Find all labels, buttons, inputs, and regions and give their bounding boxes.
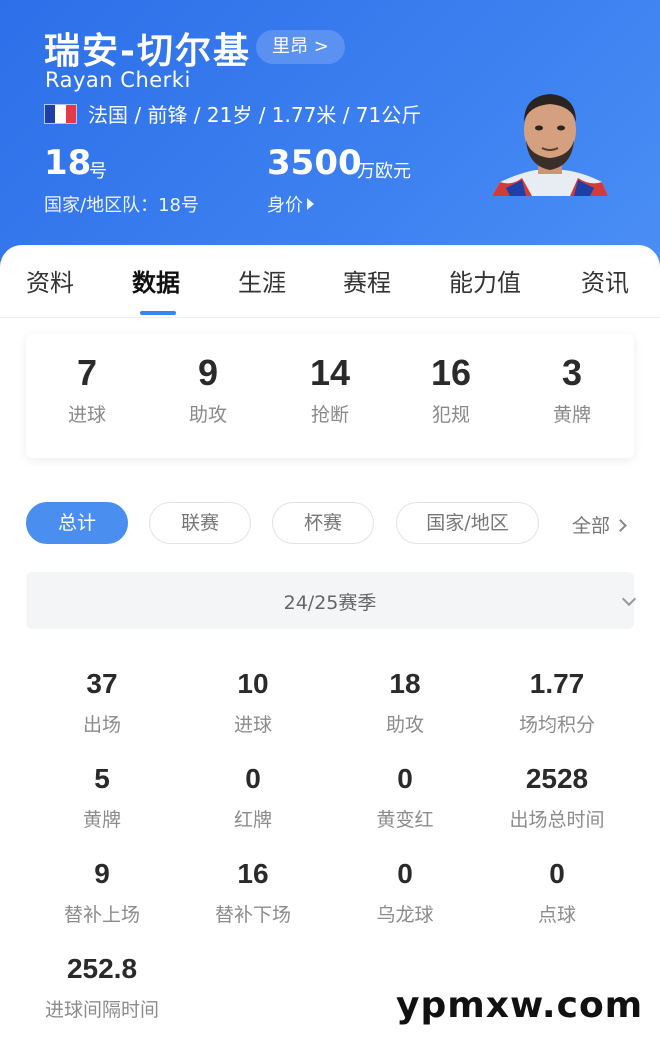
france-flag-icon (44, 104, 77, 124)
national-team-number: 国家/地区队：18号 (44, 195, 199, 216)
market-value-link[interactable]: 身价 (267, 191, 314, 217)
caret-right-icon (307, 198, 314, 210)
summary-label: 抢断 (310, 404, 349, 426)
tab-schedule[interactable]: 赛程 (343, 263, 391, 298)
summary-label: 进球 (67, 404, 106, 426)
stat-label: 黄牌 (82, 809, 121, 831)
stat-value: 9 (94, 858, 110, 889)
stat-value: 0 (397, 763, 413, 794)
summary-card: 7 进球 9 助攻 14 抢断 16 犯规 3 黄牌 (26, 334, 634, 458)
season-label: 24/25赛季 (283, 592, 377, 614)
stat-value: 1.77 (529, 668, 585, 699)
stat-sub-on: 9 替补上场 (27, 858, 177, 927)
active-tab-indicator (140, 311, 176, 315)
summary-value: 14 (309, 352, 351, 393)
player-name-cn: 瑞安-切尔基 (44, 31, 251, 72)
filter-all-link[interactable]: 全部 (572, 511, 627, 538)
tab-news[interactable]: 资讯 (581, 263, 629, 298)
stat-label: 替补下场 (214, 904, 291, 926)
stat-label: 进球 (233, 714, 272, 736)
shirt-number-unit: 号 (89, 161, 107, 182)
chevron-right-icon (614, 519, 627, 532)
player-name-en: Rayan Cherki (45, 68, 191, 92)
summary-yellow-cards: 3 黄牌 (522, 352, 622, 427)
stat-label: 场均积分 (518, 714, 595, 736)
stat-yellow-cards: 5 黄牌 (27, 763, 177, 832)
filter-total-chip[interactable]: 总计 (26, 502, 128, 544)
stat-value: 16 (237, 858, 269, 889)
stat-minutes-per-goal: 252.8 进球间隔时间 (27, 953, 177, 1022)
market-value-unit: 万欧元 (357, 161, 411, 182)
stat-label: 黄变红 (376, 809, 434, 831)
filter-cup-chip[interactable]: 杯赛 (272, 502, 374, 544)
stat-label: 红牌 (233, 809, 272, 831)
tab-data[interactable]: 数据 (132, 263, 180, 298)
summary-label: 黄牌 (552, 404, 591, 426)
stat-sub-off: 16 替补下场 (178, 858, 328, 927)
stat-value: 0 (397, 858, 413, 889)
filter-national-chip[interactable]: 国家/地区 (396, 502, 539, 544)
summary-value: 16 (430, 352, 472, 393)
stat-value: 0 (245, 763, 261, 794)
stat-assists: 18 助攻 (330, 668, 480, 737)
tab-bar: 资料 数据 生涯 赛程 能力值 资讯 (0, 245, 660, 318)
summary-goals: 7 进球 (37, 352, 137, 427)
stat-penalties: 0 点球 (482, 858, 632, 927)
stat-red-cards: 0 红牌 (178, 763, 328, 832)
summary-value: 9 (197, 352, 219, 393)
stat-value: 0 (549, 858, 565, 889)
stat-label: 替补上场 (63, 904, 140, 926)
summary-label: 犯规 (431, 404, 470, 426)
stat-minutes-played: 2528 出场总时间 (482, 763, 632, 832)
summary-label: 助攻 (188, 404, 227, 426)
market-value-label: 身价 (267, 195, 303, 216)
stat-value: 18 (389, 668, 421, 699)
summary-fouls: 16 犯规 (401, 352, 501, 427)
tab-ability[interactable]: 能力值 (449, 263, 521, 298)
stat-value: 5 (94, 763, 110, 794)
stat-value: 37 (86, 668, 118, 699)
player-info-line: 法国 / 前锋 / 21岁 / 1.77米 / 71公斤 (88, 103, 422, 127)
market-value: 3500 (267, 143, 362, 183)
stat-label: 乌龙球 (376, 904, 434, 926)
stat-goals: 10 进球 (178, 668, 328, 737)
stat-label: 出场 (82, 714, 121, 736)
summary-assists: 9 助攻 (158, 352, 258, 427)
stat-appearances: 37 出场 (27, 668, 177, 737)
shirt-number: 18 (44, 143, 92, 183)
club-link-button[interactable]: 里昂 > (256, 30, 345, 64)
stat-second-yellow: 0 黄变红 (330, 763, 480, 832)
summary-value: 7 (76, 352, 98, 393)
season-select[interactable]: 24/25赛季 (26, 572, 637, 629)
stat-label: 进球间隔时间 (44, 999, 159, 1021)
stat-label: 助攻 (385, 714, 424, 736)
player-header: 瑞安-切尔基 里昂 > Rayan Cherki 法国 / 前锋 / 21岁 /… (0, 0, 660, 270)
filter-league-chip[interactable]: 联赛 (149, 502, 251, 544)
filter-all-label: 全部 (572, 515, 611, 537)
tab-profile[interactable]: 资料 (26, 263, 74, 298)
tab-career[interactable]: 生涯 (238, 263, 286, 298)
stat-value: 252.8 (66, 953, 138, 984)
stat-avg-points: 1.77 场均积分 (482, 668, 632, 737)
stat-label: 出场总时间 (509, 809, 605, 831)
summary-tackles: 14 抢断 (280, 352, 380, 427)
stat-label: 点球 (537, 904, 576, 926)
player-avatar (492, 94, 608, 196)
summary-value: 3 (561, 352, 583, 393)
stat-own-goals: 0 乌龙球 (330, 858, 480, 927)
stat-value: 10 (237, 668, 269, 699)
site-watermark: ypmxw.com (396, 985, 644, 1026)
stat-value: 2528 (525, 763, 589, 794)
